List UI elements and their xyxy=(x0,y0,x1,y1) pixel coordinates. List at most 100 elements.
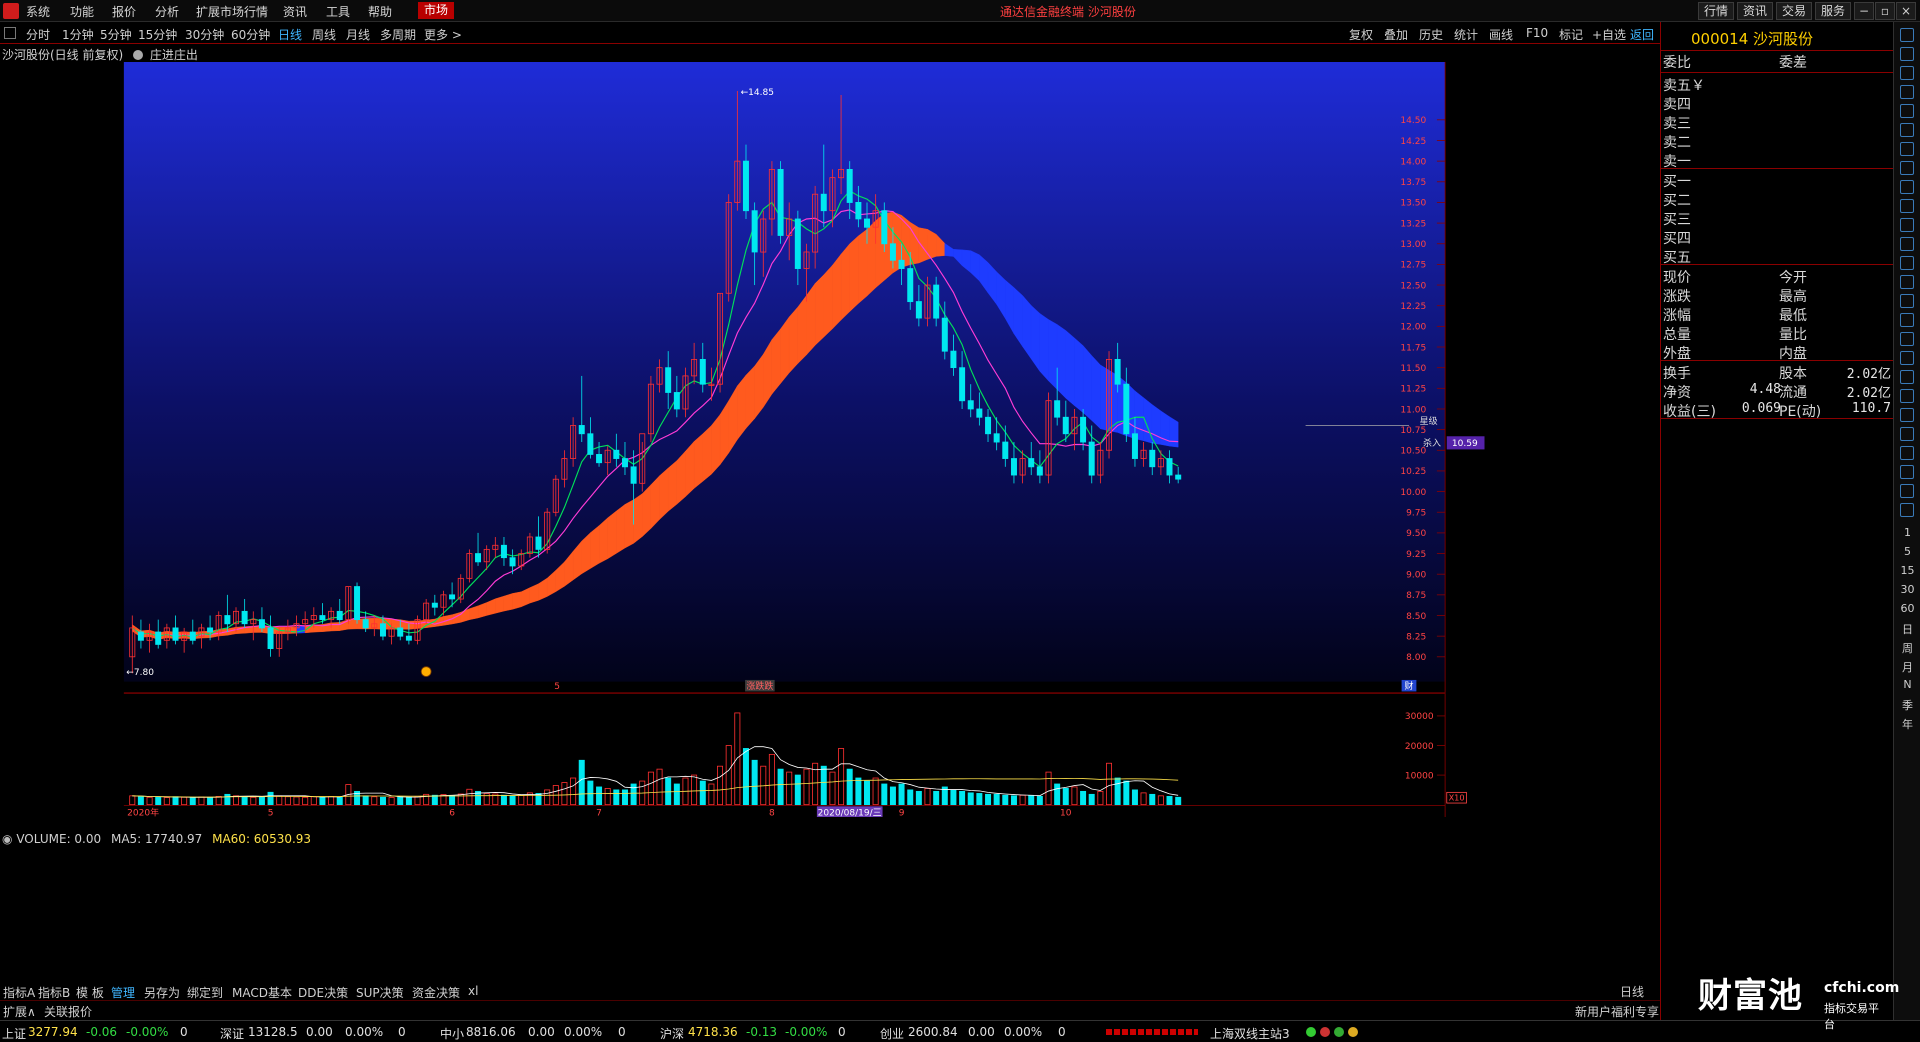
buy-label[interactable]: 买二 xyxy=(1663,190,1691,210)
tool-adjust[interactable]: 复权 xyxy=(1349,26,1373,43)
period-tab-intraday[interactable]: 分时 xyxy=(26,26,50,43)
up-icon[interactable] xyxy=(1900,47,1914,61)
side-period-10[interactable]: 年 xyxy=(1894,716,1920,732)
menu-extended-market[interactable]: 扩展市场行情 xyxy=(196,3,268,20)
ticker-name-zx[interactable]: 中小 xyxy=(440,1025,464,1042)
document-icon[interactable] xyxy=(1900,199,1914,213)
filter-icon[interactable] xyxy=(1900,484,1914,498)
tool-back[interactable]: 返回 xyxy=(1630,26,1654,43)
panel-toggle-icon[interactable] xyxy=(4,27,16,39)
tool-mark[interactable]: 标记 xyxy=(1559,26,1583,43)
table-icon[interactable] xyxy=(1900,123,1914,137)
tool-statistics[interactable]: 统计 xyxy=(1454,26,1478,43)
ticker-name-cy[interactable]: 创业 xyxy=(880,1025,904,1042)
scan-icon[interactable] xyxy=(1900,351,1914,365)
menu-quote[interactable]: 报价 xyxy=(112,3,136,20)
download-icon[interactable] xyxy=(1900,85,1914,99)
tool-overlay[interactable]: 叠加 xyxy=(1384,26,1408,43)
tab-bind[interactable]: 绑定到 xyxy=(187,984,223,1001)
tab-manage[interactable]: 管理 xyxy=(111,984,135,1001)
close-icon[interactable]: × xyxy=(1896,2,1916,20)
tab-dde[interactable]: DDE决策 xyxy=(298,984,348,1001)
period-tab-daily[interactable]: 日线 xyxy=(278,26,302,43)
tool-f10[interactable]: F10 xyxy=(1526,26,1548,40)
tab-indicator-b[interactable]: 指标B xyxy=(38,984,70,1001)
pen-icon[interactable] xyxy=(1900,446,1914,460)
header-button-quotes[interactable]: 行情 xyxy=(1698,2,1735,20)
side-period-7[interactable]: 月 xyxy=(1894,659,1920,675)
menu-function[interactable]: 功能 xyxy=(70,3,94,20)
header-button-news[interactable]: 资讯 xyxy=(1737,2,1774,20)
minimize-icon[interactable]: − xyxy=(1854,2,1874,20)
menu-analysis[interactable]: 分析 xyxy=(155,3,179,20)
grid-icon[interactable] xyxy=(1900,104,1914,118)
period-tab-15min[interactable]: 15分钟 xyxy=(138,26,177,43)
side-period-9[interactable]: 季 xyxy=(1894,697,1920,713)
chart-icon[interactable] xyxy=(1900,142,1914,156)
header-button-trade[interactable]: 交易 xyxy=(1776,2,1813,20)
info-icon[interactable] xyxy=(1900,218,1914,232)
up-arrow-icon[interactable] xyxy=(1900,28,1914,42)
list-icon[interactable] xyxy=(1900,180,1914,194)
report-icon[interactable] xyxy=(1900,294,1914,308)
sound-icon[interactable] xyxy=(1900,503,1914,517)
down-icon[interactable] xyxy=(1900,66,1914,80)
tab-macd[interactable]: MACD基本 xyxy=(232,984,292,1001)
period-tab-monthly[interactable]: 月线 xyxy=(346,26,370,43)
header-button-service[interactable]: 服务 xyxy=(1815,2,1852,20)
buy-label[interactable]: 买四 xyxy=(1663,228,1691,248)
news-icon[interactable] xyxy=(1900,237,1914,251)
side-period-4[interactable]: 60 xyxy=(1894,602,1920,615)
price-chart[interactable]: 8.00 8.25 8.50 8.75 9.00 9.25 9.50 9.75 10.00 10.… xyxy=(0,62,1610,817)
volume-settings-icon[interactable]: ◉ xyxy=(2,832,12,846)
side-period-8[interactable]: N xyxy=(1894,678,1920,691)
side-period-6[interactable]: 周 xyxy=(1894,640,1920,656)
period-tab-more[interactable]: 更多 > xyxy=(424,26,462,43)
menu-market[interactable]: 市场 xyxy=(418,2,455,19)
tab-fund[interactable]: 资金决策 xyxy=(412,984,460,1001)
menu-news[interactable]: 资讯 xyxy=(283,3,307,20)
tab-indicator-a[interactable]: 指标A xyxy=(3,984,35,1001)
buy-label[interactable]: 买一 xyxy=(1663,171,1691,191)
period-tab-60min[interactable]: 60分钟 xyxy=(231,26,270,43)
period-tab-weekly[interactable]: 周线 xyxy=(312,26,336,43)
ticker-name-sh[interactable]: 上证 xyxy=(2,1025,26,1042)
promo-link[interactable]: 新用户福利专享 xyxy=(1575,1003,1659,1020)
restore-icon[interactable]: ▫ xyxy=(1875,2,1895,20)
wave-icon[interactable] xyxy=(1900,370,1914,384)
ticker-name-sz[interactable]: 深证 xyxy=(220,1025,244,1042)
circle-icon[interactable] xyxy=(1900,332,1914,346)
ticker-name-hs[interactable]: 沪深 xyxy=(660,1025,684,1042)
book-icon[interactable] xyxy=(1900,256,1914,270)
bar-chart-icon[interactable] xyxy=(1900,161,1914,175)
side-period-2[interactable]: 15 xyxy=(1894,564,1920,577)
buy-label[interactable]: 买三 xyxy=(1663,209,1691,229)
notes-icon[interactable] xyxy=(1900,275,1914,289)
period-tab-5min[interactable]: 5分钟 xyxy=(100,26,132,43)
tab-save-as[interactable]: 另存为 xyxy=(144,984,180,1001)
period-tab-30min[interactable]: 30分钟 xyxy=(185,26,224,43)
sell-label[interactable]: 卖五￥ xyxy=(1663,75,1705,95)
tool-add-watchlist[interactable]: +自选 xyxy=(1592,26,1626,43)
layout-icon[interactable] xyxy=(1900,465,1914,479)
tab-related-quote[interactable]: 关联报价 xyxy=(44,1003,92,1020)
menu-help[interactable]: 帮助 xyxy=(368,3,392,20)
side-period-3[interactable]: 30 xyxy=(1894,583,1920,596)
sell-label[interactable]: 卖二 xyxy=(1663,132,1691,152)
period-tab-1min[interactable]: 1分钟 xyxy=(62,26,94,43)
side-period-0[interactable]: 1 xyxy=(1894,526,1920,539)
side-period-1[interactable]: 5 xyxy=(1894,545,1920,558)
tab-xl[interactable]: xl xyxy=(468,984,478,998)
sell-label[interactable]: 卖四 xyxy=(1663,94,1691,114)
server-name[interactable]: 上海双线主站3 xyxy=(1210,1025,1290,1042)
f10-icon[interactable] xyxy=(1900,313,1914,327)
tool-history[interactable]: 历史 xyxy=(1419,26,1443,43)
menu-system[interactable]: 系统 xyxy=(26,3,50,20)
tab-template[interactable]: 模 板 xyxy=(76,984,104,1001)
rsi-icon[interactable] xyxy=(1900,389,1914,403)
indicator-name[interactable]: 庄进庄出 xyxy=(150,48,198,62)
sell-label[interactable]: 卖三 xyxy=(1663,113,1691,133)
period-tab-multi[interactable]: 多周期 xyxy=(380,26,416,43)
menu-tools[interactable]: 工具 xyxy=(326,3,350,20)
indicator-settings-icon[interactable] xyxy=(133,50,144,60)
